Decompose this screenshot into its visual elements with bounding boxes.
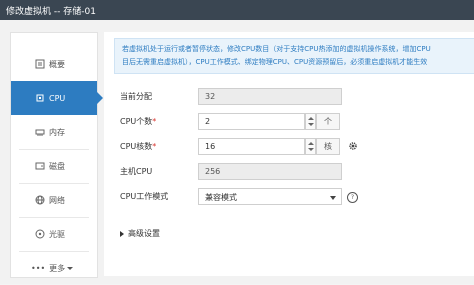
cpu-icon [35, 93, 45, 103]
help-icon[interactable]: ? [347, 192, 358, 203]
sidebar-item-overview[interactable]: 概要 [11, 47, 97, 81]
overview-icon [35, 59, 45, 69]
active-pointer [97, 92, 103, 104]
sidebar-item-label: 网络 [49, 195, 65, 205]
advanced-settings-label: 高级设置 [128, 229, 160, 238]
disk-icon [35, 161, 45, 171]
cpu-count-input[interactable]: 2 [198, 113, 305, 130]
sidebar-item-label: CPU [49, 93, 66, 103]
cpu-cores-unit: 核 [316, 138, 340, 155]
sidebar-item-cpu[interactable]: CPU [11, 81, 97, 115]
cpu-cores-label: CPU核数* [120, 141, 156, 152]
cpu-count-label: CPU个数* [120, 116, 156, 127]
info-line-2: 目后无需重启虚拟机），CPU工作模式、绑定物理CPU、CPU资源预留后，必须重启… [122, 58, 428, 66]
window-title: 修改虚拟机 -- 存储-01 [6, 7, 96, 17]
more-dots-icon: ••• [31, 263, 46, 273]
cpu-settings-panel: 若虚拟机处于运行或者暂停状态，修改CPU数目（对于支持CPU热添加的虚拟机操作系… [104, 32, 474, 276]
window-titlebar: 修改虚拟机 -- 存储-01 [0, 0, 474, 20]
increment-icon[interactable] [308, 117, 314, 120]
dialog-body: 概要 CPU 内存 磁盘 网络 光驱 ••• 更多 若虚拟机处于运行或者暂停状态… [0, 20, 474, 284]
sidebar-item-more[interactable]: ••• 更多 [11, 251, 97, 285]
sidebar-item-cdrom[interactable]: 光驱 [11, 217, 97, 251]
cpu-count-unit: 个 [316, 113, 340, 130]
cpu-mode-select[interactable]: 兼容模式 [198, 188, 342, 205]
sidebar: 概要 CPU 内存 磁盘 网络 光驱 ••• 更多 [10, 32, 103, 278]
cpu-mode-value: 兼容模式 [205, 193, 237, 202]
decrement-icon[interactable] [308, 123, 314, 126]
sidebar-item-disk[interactable]: 磁盘 [11, 149, 97, 183]
network-icon [35, 195, 45, 205]
sidebar-item-label: 光驱 [49, 229, 65, 239]
info-notice: 若虚拟机处于运行或者暂停状态，修改CPU数目（对于支持CPU热添加的虚拟机操作系… [114, 38, 474, 74]
sidebar-item-label: 磁盘 [49, 161, 65, 171]
info-line-1: 若虚拟机处于运行或者暂停状态，修改CPU数目（对于支持CPU热添加的虚拟机操作系… [122, 45, 431, 53]
increment-icon[interactable] [308, 142, 314, 145]
required-mark: * [152, 142, 157, 151]
cpu-cores-stepper[interactable] [305, 138, 316, 155]
sidebar-item-label: 更多 [49, 263, 66, 273]
current-alloc-field: 32 [198, 88, 342, 105]
gear-icon[interactable] [348, 141, 358, 153]
sidebar-item-network[interactable]: 网络 [11, 183, 97, 217]
expand-arrow-icon [120, 230, 124, 237]
cdrom-icon [35, 229, 45, 239]
memory-icon [35, 127, 45, 137]
cpu-cores-input[interactable]: 16 [198, 138, 305, 155]
cpu-mode-label: CPU工作模式 [120, 192, 169, 201]
host-cpu-label: 主机CPU [120, 167, 153, 176]
sidebar-item-label: 内存 [49, 127, 65, 137]
required-mark: * [152, 117, 157, 126]
sidebar-item-memory[interactable]: 内存 [11, 115, 97, 149]
sidebar-item-label: 概要 [49, 59, 65, 69]
host-cpu-field: 256 [198, 163, 342, 180]
cpu-cores-label-text: CPU核数 [120, 142, 153, 151]
advanced-settings-toggle[interactable]: 高级设置 [120, 228, 160, 239]
chevron-down-icon [330, 196, 336, 200]
cpu-count-label-text: CPU个数 [120, 117, 153, 126]
cpu-count-stepper[interactable] [305, 113, 316, 130]
current-alloc-label: 当前分配 [120, 92, 152, 101]
decrement-icon[interactable] [308, 148, 314, 151]
chevron-down-icon [67, 266, 74, 270]
